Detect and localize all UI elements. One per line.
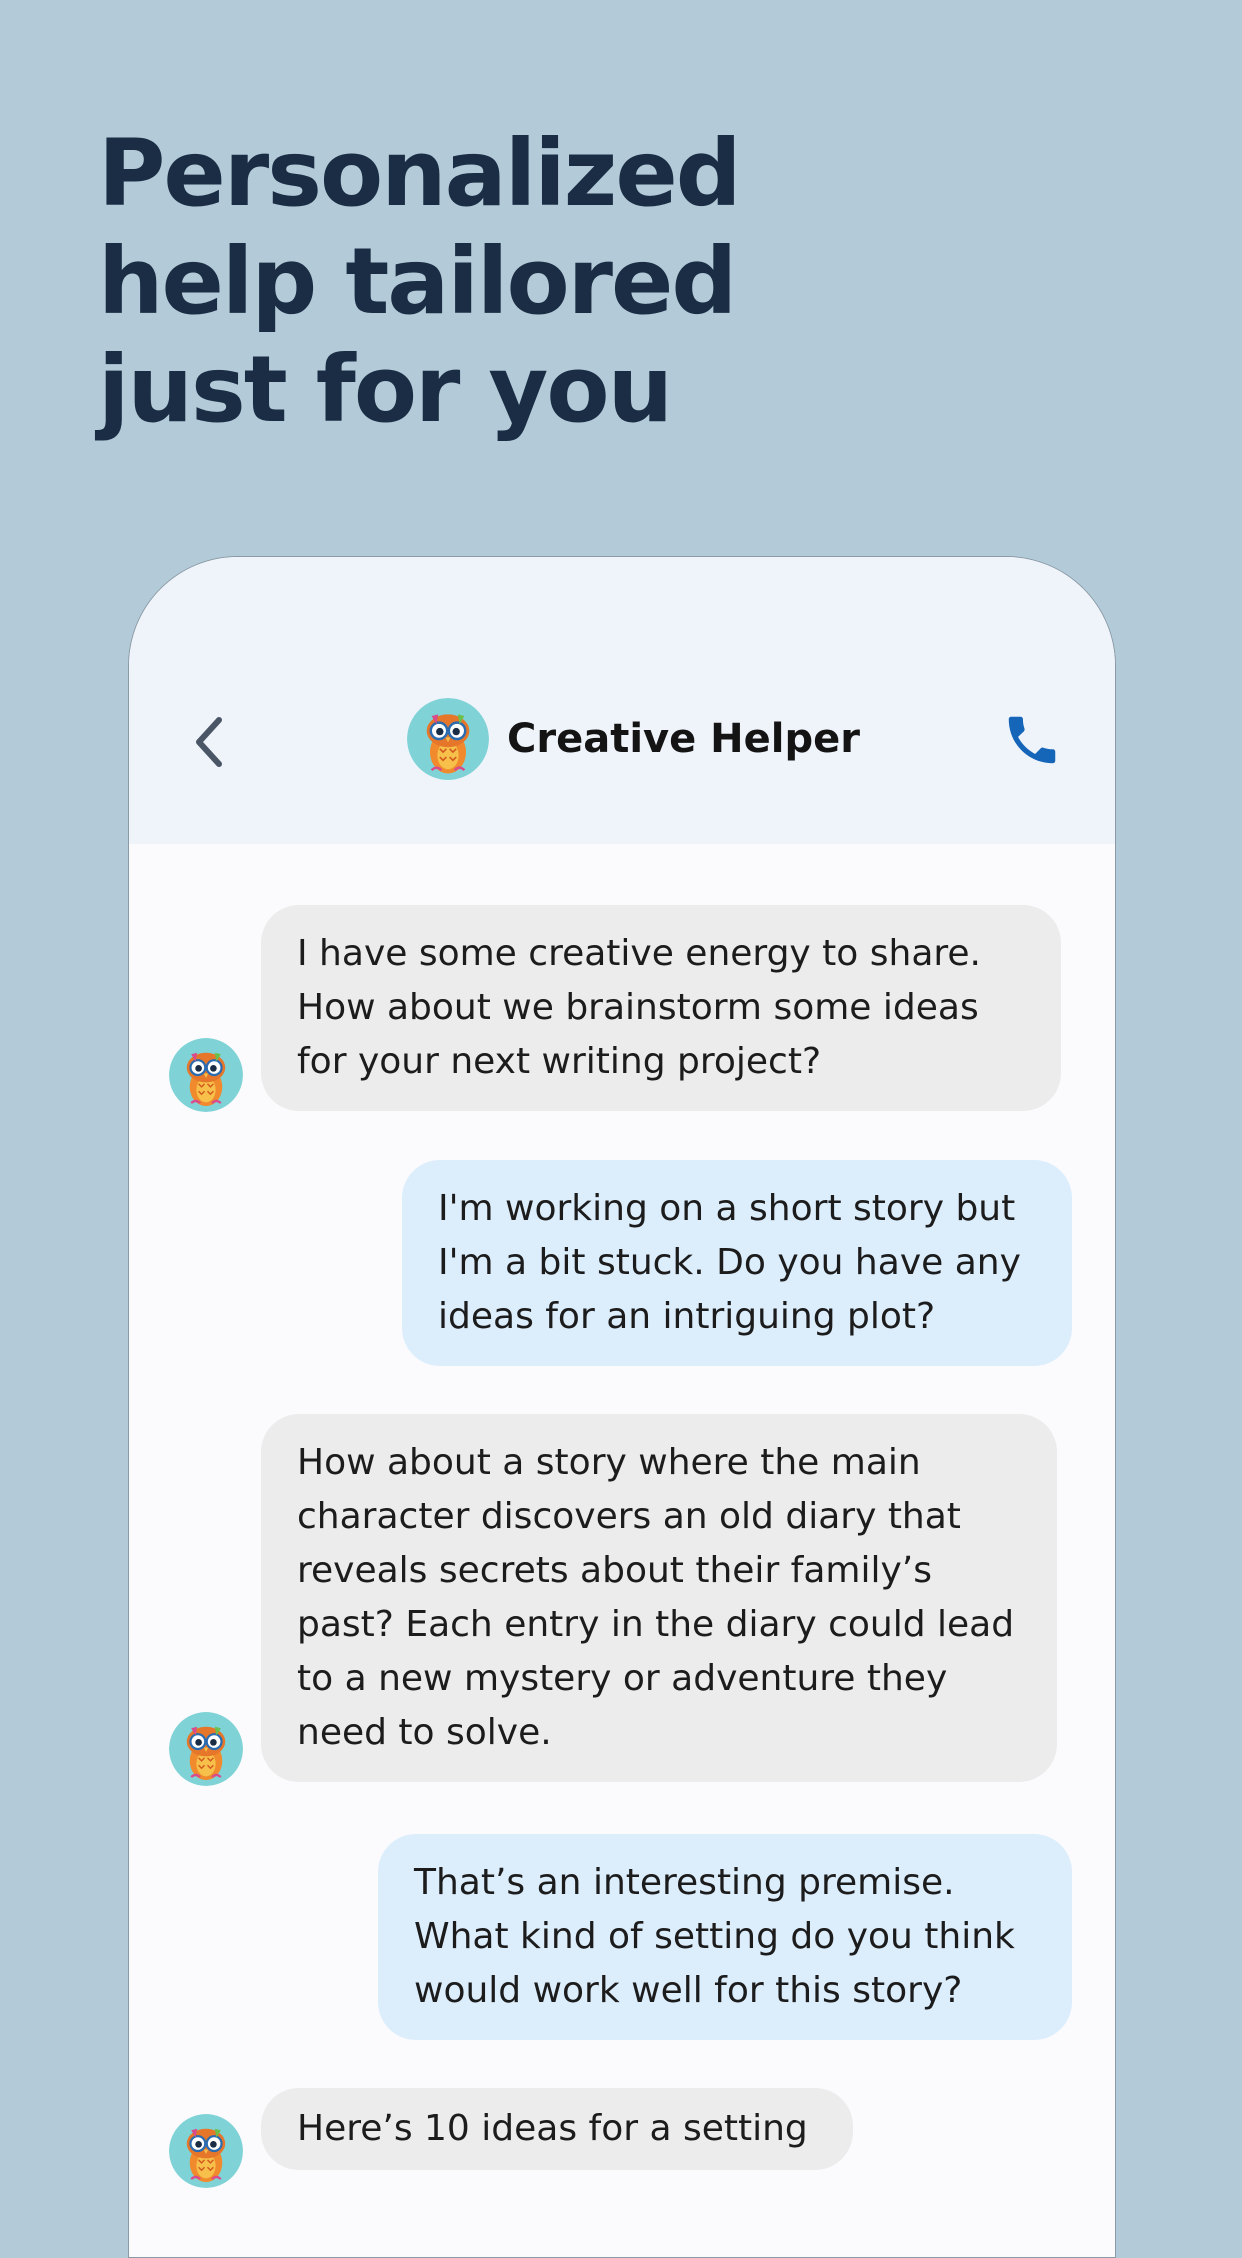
user-message: I'm working on a short story but I'm a b… [402, 1160, 1072, 1366]
headline-line: help tailored [98, 228, 737, 335]
message-list: I have some creative energy to share. Ho… [129, 844, 1115, 2257]
owl-avatar-icon [169, 1038, 243, 1112]
user-message: That’s an interesting premise. What kind… [378, 1834, 1072, 2040]
bot-message: How about a story where the main charact… [261, 1414, 1057, 1782]
headline-line: Personalized [98, 120, 742, 227]
chat-title: Creative Helper [507, 716, 860, 762]
bot-message: I have some creative energy to share. Ho… [261, 905, 1061, 1111]
phone-icon [1008, 716, 1056, 764]
owl-avatar-icon[interactable] [407, 698, 489, 780]
call-button[interactable] [997, 705, 1067, 775]
headline-line: just for you [98, 336, 673, 443]
chevron-left-icon [196, 717, 222, 767]
bot-message: Here’s 10 ideas for a setting [261, 2088, 853, 2170]
owl-avatar-icon [169, 1712, 243, 1786]
chat-header: Creative Helper [129, 557, 1115, 844]
back-button[interactable] [179, 707, 239, 777]
headline: Personalized help tailored just for you [98, 120, 798, 444]
phone-mockup: Creative Helper I have some creative ene… [128, 556, 1116, 2258]
owl-avatar-icon [169, 2114, 243, 2188]
